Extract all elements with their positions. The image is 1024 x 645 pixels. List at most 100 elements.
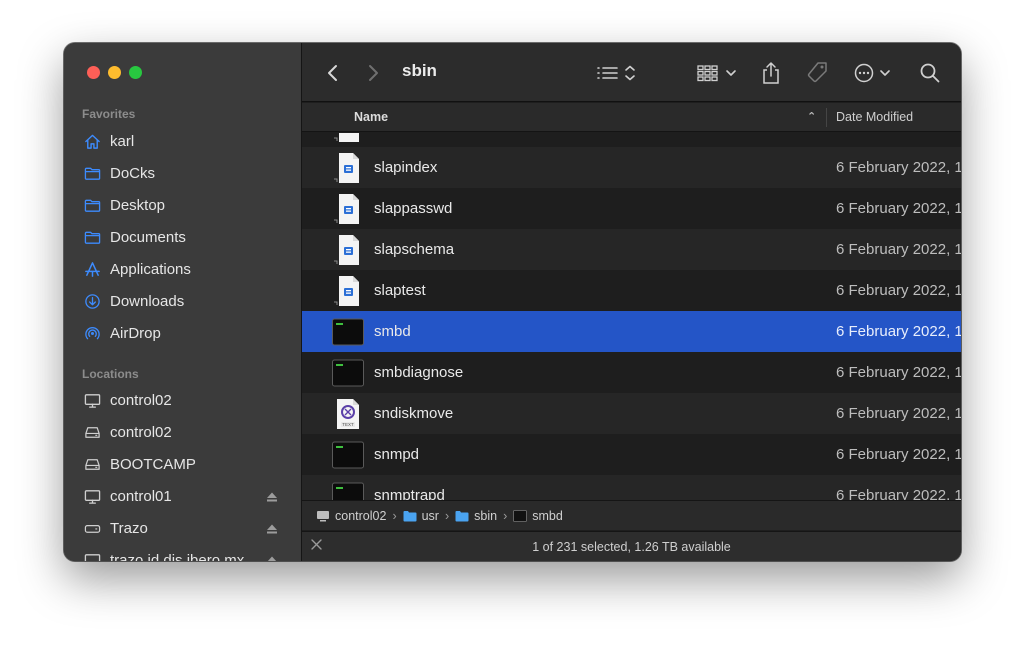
file-name: slapindex bbox=[374, 159, 438, 176]
file-row[interactable]: slapschema 6 February 2022, 1 bbox=[302, 229, 961, 270]
file-date-modified: 6 February 2022, 1 bbox=[836, 282, 961, 299]
share-button[interactable] bbox=[761, 61, 781, 85]
file-name: snmpd bbox=[374, 446, 420, 463]
path-segment-label: smbd bbox=[532, 508, 563, 523]
path-bar: control02 › usr › sbin › smbd bbox=[302, 500, 961, 530]
path-segment-control02[interactable]: control02 bbox=[316, 509, 386, 523]
terminal-exec-icon bbox=[332, 316, 364, 348]
path-segment-usr[interactable]: usr bbox=[403, 509, 439, 523]
sidebar-item-control02[interactable]: control02 bbox=[64, 386, 301, 414]
status-text: 1 of 231 selected, 1.26 TB available bbox=[532, 540, 731, 554]
sidebar-item-desktop[interactable]: Desktop bbox=[64, 191, 301, 219]
document-icon bbox=[332, 133, 364, 143]
file-row[interactable]: slappasswd 6 February 2022, 1 bbox=[302, 188, 961, 229]
forward-button[interactable] bbox=[366, 61, 380, 85]
date-modified-column-header[interactable]: Date Modified bbox=[836, 110, 913, 124]
sidebar-item-label: Documents bbox=[110, 228, 186, 246]
path-segment-sbin[interactable]: sbin bbox=[455, 509, 497, 523]
sidebar-item-label: Trazo bbox=[110, 519, 148, 537]
search-button[interactable] bbox=[919, 61, 941, 85]
ellipsis-circle-icon bbox=[854, 63, 890, 83]
file-row[interactable]: smbdiagnose 6 February 2022, 1 bbox=[302, 352, 961, 393]
file-row[interactable]: TEXT sndiskmove 6 February 2022, 1 bbox=[302, 393, 961, 434]
group-button[interactable] bbox=[697, 61, 739, 85]
folder-icon bbox=[84, 197, 101, 214]
sidebar: Favorites karl DoCks Desktop Documents Appli… bbox=[64, 43, 302, 561]
file-name: slaptest bbox=[374, 282, 426, 299]
folder-icon bbox=[84, 165, 101, 182]
status-bar: 1 of 231 selected, 1.26 TB available bbox=[302, 531, 961, 561]
tag-icon bbox=[807, 62, 827, 83]
file-row[interactable]: smbd 6 February 2022, 1 bbox=[302, 311, 961, 352]
file-row[interactable]: snmpd 6 February 2022, 1 bbox=[302, 434, 961, 475]
file-date-modified: 6 February 2022, 1 bbox=[836, 241, 961, 258]
airdrop-icon bbox=[84, 325, 101, 342]
sidebar-item-airdrop[interactable]: AirDrop bbox=[64, 319, 301, 347]
sort-ascending-icon[interactable]: ⌃ bbox=[807, 110, 816, 123]
sidebar-item-documents[interactable]: Documents bbox=[64, 223, 301, 251]
finder-window: Favorites karl DoCks Desktop Documents Appli… bbox=[64, 43, 961, 561]
file-date-modified: 6 February 2022, 1 bbox=[836, 200, 961, 217]
sidebar-item-karl[interactable]: karl bbox=[64, 127, 301, 155]
column-header: Name ⌃ Date Modified bbox=[302, 103, 961, 132]
minimize-button[interactable] bbox=[108, 66, 121, 79]
file-date-modified: 6 February 2022, 1 bbox=[836, 405, 961, 422]
sidebar-item-docks[interactable]: DoCks bbox=[64, 159, 301, 187]
eject-icon[interactable] bbox=[266, 522, 278, 534]
sidebar-item-trazo-id-dis-ibero-mx[interactable]: trazo.id.dis.ibero.mx bbox=[64, 546, 301, 561]
eject-icon[interactable] bbox=[266, 490, 278, 502]
sidebar-item-label: control01 bbox=[110, 487, 172, 505]
file-row[interactable]: slaptest 6 February 2022, 1 bbox=[302, 270, 961, 311]
name-column-header[interactable]: Name bbox=[354, 110, 388, 124]
downloads-icon bbox=[84, 293, 101, 310]
favorites-section-title: Favorites bbox=[82, 107, 136, 121]
main-pane: sbin Name ⌃ Date Modified slapindex 6 Fe… bbox=[302, 43, 961, 561]
file-date-modified: 6 February 2022, 1 bbox=[836, 446, 961, 463]
window-title: sbin bbox=[402, 61, 437, 80]
terminal-exec-icon bbox=[332, 439, 364, 471]
close-button[interactable] bbox=[87, 66, 100, 79]
column-divider[interactable] bbox=[826, 108, 827, 127]
sidebar-item-applications[interactable]: Applications bbox=[64, 255, 301, 283]
sidebar-item-label: DoCks bbox=[110, 164, 156, 182]
view-options-button[interactable] bbox=[596, 61, 640, 85]
computer-icon bbox=[316, 510, 330, 522]
sidebar-item-bootcamp[interactable]: BOOTCAMP bbox=[64, 450, 301, 478]
exec-icon bbox=[513, 509, 528, 522]
sidebar-item-control02[interactable]: control02 bbox=[64, 418, 301, 446]
file-name: sndiskmove bbox=[374, 405, 454, 422]
zoom-button[interactable] bbox=[129, 66, 142, 79]
eject-icon[interactable] bbox=[266, 554, 278, 561]
window-controls bbox=[87, 66, 142, 79]
file-row[interactable]: snmptrapd 6 February 2022, 1 bbox=[302, 475, 961, 503]
file-date-modified: 6 February 2022, 1 bbox=[836, 323, 961, 340]
sidebar-item-trazo[interactable]: Trazo bbox=[64, 514, 301, 542]
toolbar: sbin bbox=[302, 43, 961, 102]
sidebar-item-label: karl bbox=[110, 132, 135, 150]
file-date-modified: 6 February 2022, 1 bbox=[836, 364, 961, 381]
back-button[interactable] bbox=[326, 61, 340, 85]
computer-icon bbox=[84, 488, 101, 505]
sidebar-item-label: control02 bbox=[110, 391, 172, 409]
more-actions-button[interactable] bbox=[853, 61, 893, 85]
sidebar-item-label: Downloads bbox=[110, 292, 185, 310]
text-document-icon: TEXT bbox=[332, 398, 364, 430]
search-icon bbox=[920, 63, 940, 83]
tag-button[interactable] bbox=[805, 61, 829, 85]
file-row[interactable]: slapindex 6 February 2022, 1 bbox=[302, 147, 961, 188]
chevron-right-icon bbox=[369, 65, 378, 81]
document-icon bbox=[332, 234, 364, 266]
file-name: smbdiagnose bbox=[374, 364, 464, 381]
applications-icon bbox=[84, 261, 101, 278]
folder-icon bbox=[455, 510, 469, 522]
document-icon bbox=[332, 152, 364, 184]
sidebar-item-control01[interactable]: control01 bbox=[64, 482, 301, 510]
file-row[interactable] bbox=[302, 133, 961, 147]
sidebar-item-downloads[interactable]: Downloads bbox=[64, 287, 301, 315]
sidebar-item-label: Applications bbox=[110, 260, 191, 278]
path-separator-icon: › bbox=[444, 508, 450, 523]
file-name: slappasswd bbox=[374, 200, 453, 217]
path-segment-smbd[interactable]: smbd bbox=[513, 509, 563, 523]
sidebar-item-label: AirDrop bbox=[110, 324, 161, 342]
list-view-icon bbox=[597, 65, 635, 81]
